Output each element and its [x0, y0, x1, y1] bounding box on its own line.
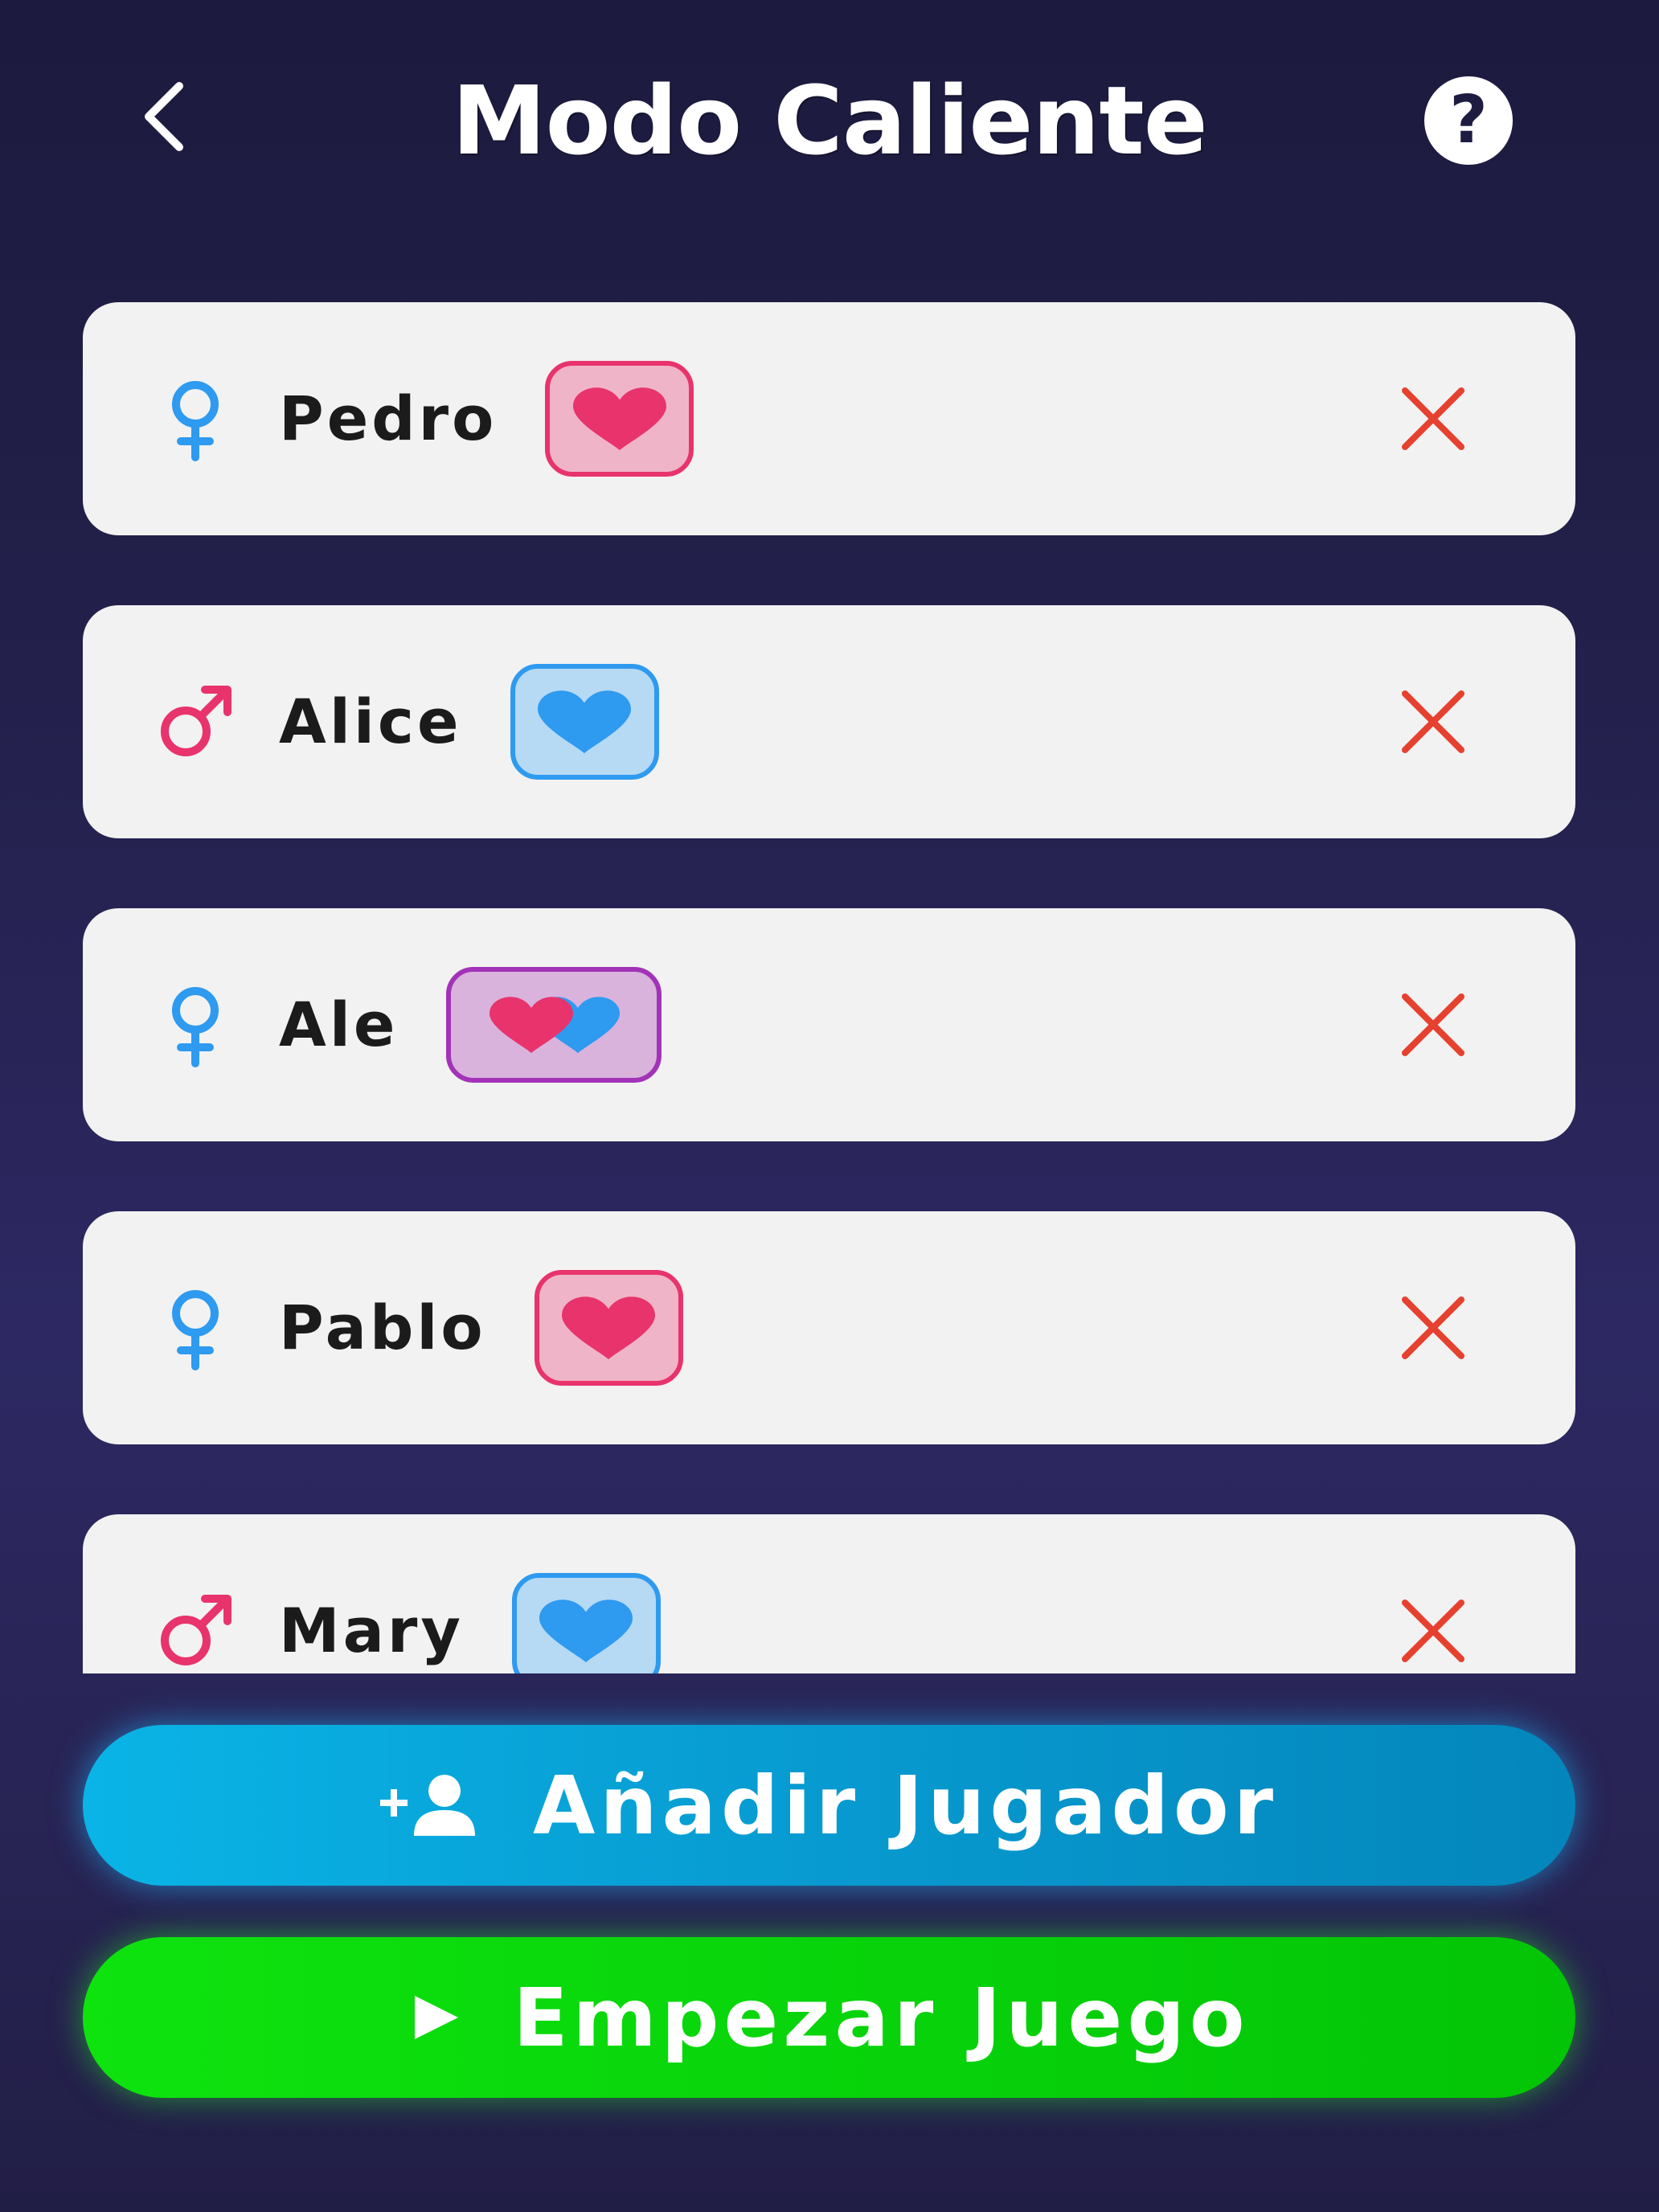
player-card[interactable]: Ale	[83, 908, 1575, 1141]
player-name: Pedro	[279, 383, 498, 454]
player-name: Mary	[279, 1595, 464, 1666]
add-player-button[interactable]: Añadir Jugador	[83, 1725, 1575, 1886]
remove-player-button[interactable]	[1385, 1583, 1481, 1673]
close-icon	[1402, 1600, 1464, 1662]
remove-player-button[interactable]	[1385, 674, 1481, 770]
player-card[interactable]: Alice	[83, 605, 1575, 838]
play-icon	[408, 1989, 465, 2046]
app-screen: Modo Caliente ? Pedro Alice Ale Pablo Ma…	[0, 0, 1659, 2212]
female-symbol-icon	[172, 381, 219, 461]
player-card[interactable]: Pedro	[83, 302, 1575, 535]
female-symbol-icon	[172, 1290, 219, 1370]
player-list: Pedro Alice Ale Pablo Mary	[0, 0, 1659, 1673]
preference-both-badge[interactable]	[446, 967, 662, 1083]
hearts-pink-blue-icon	[490, 997, 621, 1054]
start-game-label: Empezar Juego	[513, 1970, 1250, 2065]
close-icon	[1402, 690, 1464, 753]
remove-player-button[interactable]	[1385, 977, 1481, 1073]
add-player-label: Añadir Jugador	[532, 1758, 1279, 1853]
player-name: Alice	[279, 686, 462, 757]
female-symbol-icon	[172, 987, 219, 1067]
preference-men-badge[interactable]	[510, 664, 659, 780]
player-name: Pablo	[279, 1292, 486, 1363]
player-card[interactable]: Pablo	[83, 1211, 1575, 1444]
close-icon	[1402, 1296, 1464, 1359]
player-name: Ale	[279, 989, 399, 1060]
preference-women-badge[interactable]	[534, 1270, 683, 1386]
start-game-button[interactable]: Empezar Juego	[83, 1937, 1575, 2098]
player-card[interactable]: Mary	[83, 1514, 1575, 1673]
preference-women-badge[interactable]	[545, 361, 694, 477]
add-person-icon	[379, 1773, 485, 1837]
blue-heart-icon	[539, 1600, 633, 1663]
blue-heart-icon	[538, 690, 632, 754]
close-icon	[1402, 993, 1464, 1056]
preference-men-badge[interactable]	[511, 1573, 661, 1673]
pink-heart-icon	[562, 1296, 656, 1360]
pink-heart-icon	[572, 387, 666, 451]
remove-player-button[interactable]	[1385, 371, 1481, 467]
male-symbol-icon	[161, 686, 231, 756]
close-icon	[1402, 387, 1464, 450]
remove-player-button[interactable]	[1385, 1280, 1481, 1376]
male-symbol-icon	[161, 1595, 231, 1665]
